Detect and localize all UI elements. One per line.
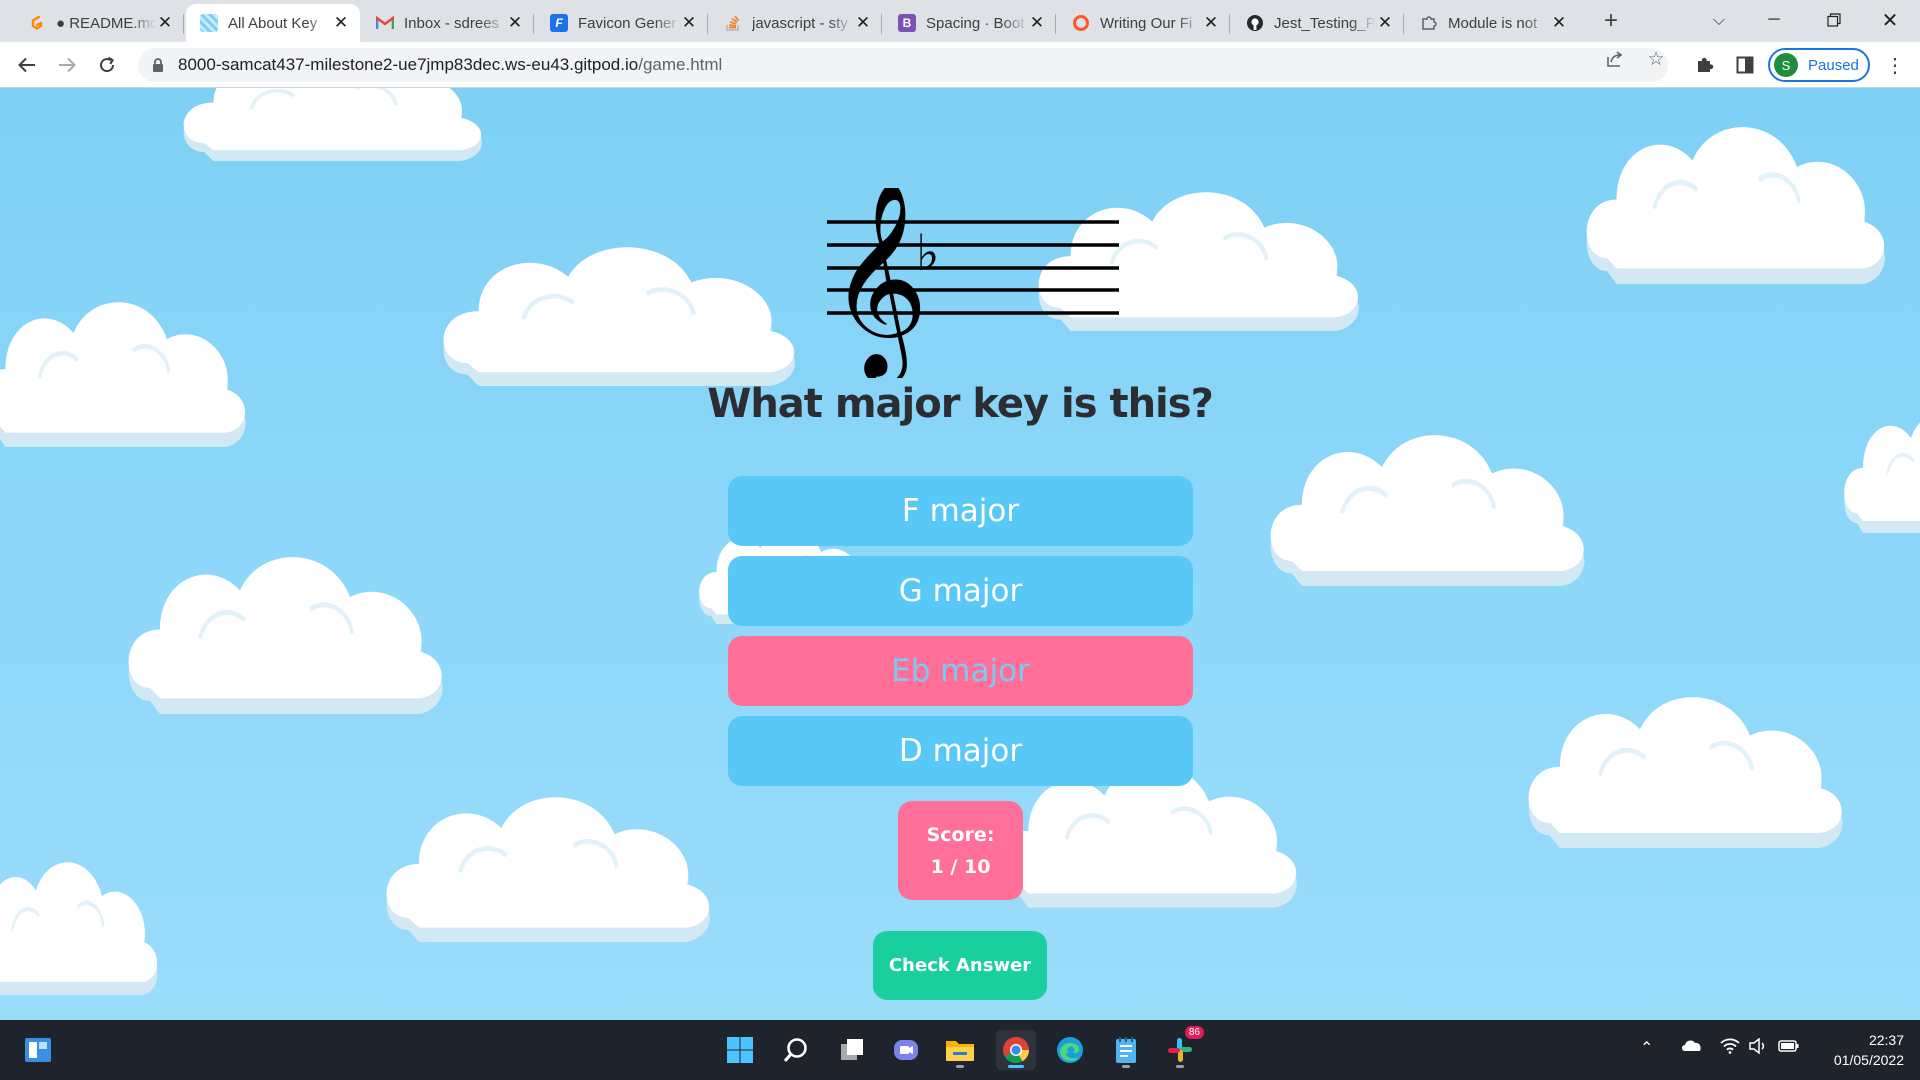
tab-title: Module is not (1448, 14, 1538, 32)
close-tab-icon[interactable]: ✕ (680, 13, 698, 32)
answer-button-d-major[interactable]: D major (728, 716, 1193, 786)
volume-icon[interactable] (1748, 1037, 1768, 1059)
close-tab-icon[interactable]: ✕ (1028, 13, 1046, 32)
windows-start-icon[interactable] (720, 1030, 760, 1070)
tab-title: javascript - sty (752, 14, 848, 32)
onedrive-cloud-icon[interactable] (1680, 1038, 1702, 1057)
score-label: Score: (926, 823, 995, 846)
battery-icon[interactable] (1778, 1038, 1800, 1059)
key-signature-staff: 𝄞 ♭ (827, 188, 1119, 378)
clouds-favicon-icon (200, 14, 218, 32)
menu-kebab-icon[interactable]: ⋮ (1882, 52, 1908, 78)
puzzle-icon (1420, 14, 1438, 32)
tab-readme[interactable]: ● README.md ✕ (14, 4, 184, 42)
tab-javascript-stackoverflow[interactable]: javascript - sty ✕ (710, 4, 882, 42)
tab-title: Writing Our Fi (1100, 14, 1193, 32)
minimize-button[interactable]: ─ (1746, 0, 1802, 40)
tab-inbox[interactable]: Inbox - sdrees ✕ (362, 4, 534, 42)
tab-title: Spacing · Boot (926, 14, 1025, 32)
close-tab-icon[interactable]: ✕ (1376, 13, 1394, 32)
tab-search-chevron-icon[interactable]: ⌵ (1706, 8, 1732, 34)
close-tab-icon[interactable]: ✕ (156, 13, 174, 32)
reload-button[interactable] (93, 51, 121, 79)
close-window-button[interactable]: ✕ (1862, 0, 1918, 40)
avatar: S (1774, 53, 1798, 77)
task-view-icon[interactable] (832, 1030, 872, 1070)
profile-status: Paused (1808, 56, 1859, 74)
ring-icon (1072, 14, 1090, 32)
tab-title: All About Key (228, 14, 318, 32)
tab-writing-our[interactable]: Writing Our Fi ✕ (1058, 4, 1230, 42)
address-bar[interactable]: 8000-samcat437-milestone2-ue7jmp83dec.ws… (138, 48, 1668, 82)
show-hidden-icons-chevron-icon[interactable]: ⌃ (1640, 1038, 1653, 1058)
tab-title: Jest_Testing_P (1274, 14, 1376, 32)
flat-sign-icon: ♭ (916, 224, 940, 282)
stackoverflow-icon (724, 14, 742, 32)
answer-button-f-major[interactable]: F major (728, 476, 1193, 546)
url-text: 8000-samcat437-milestone2-ue7jmp83dec.ws… (178, 55, 723, 74)
tab-favicon-generator[interactable]: F Favicon Gener ✕ (536, 4, 708, 42)
score-box: Score: 1 / 10 (898, 801, 1023, 900)
check-answer-button[interactable]: Check Answer (873, 931, 1047, 1000)
game-page: 𝄞 ♭ What major key is this? F major G ma… (0, 88, 1920, 1020)
github-icon (1246, 14, 1264, 32)
gitpod-icon (28, 14, 46, 32)
bootstrap-icon: B (898, 14, 916, 32)
back-button[interactable] (13, 51, 41, 79)
score-value: 1 / 10 (930, 855, 991, 878)
widgets-icon[interactable] (18, 1030, 58, 1070)
answer-button-g-major[interactable]: G major (728, 556, 1193, 626)
extensions-puzzle-icon[interactable] (1692, 52, 1718, 78)
restore-button[interactable] (1806, 0, 1862, 40)
profile-button[interactable]: S Paused (1768, 48, 1870, 82)
tab-jest-testing[interactable]: Jest_Testing_P ✕ (1232, 4, 1404, 42)
tab-all-about-key[interactable]: All About Key ✕ (186, 4, 360, 42)
file-explorer-icon[interactable] (940, 1030, 980, 1070)
side-panel-icon[interactable] (1732, 52, 1758, 78)
system-clock[interactable]: 22:37 01/05/2022 (1808, 1030, 1904, 1070)
clock-date: 01/05/2022 (1833, 1052, 1904, 1068)
forward-button[interactable] (53, 51, 81, 79)
tab-title: Inbox - sdrees (404, 14, 500, 32)
close-tab-icon[interactable]: ✕ (332, 13, 350, 32)
close-tab-icon[interactable]: ✕ (854, 13, 872, 32)
share-icon[interactable] (1605, 49, 1625, 69)
close-tab-icon[interactable]: ✕ (506, 13, 524, 32)
slack-badge: 86 (1184, 1026, 1204, 1039)
question-heading: What major key is this? (707, 381, 1214, 427)
treble-clef-icon: 𝄞 (828, 188, 928, 378)
teams-chat-icon[interactable] (886, 1030, 926, 1070)
tab-spacing-bootstrap[interactable]: B Spacing · Boot ✕ (884, 4, 1056, 42)
lock-icon (152, 58, 164, 72)
tab-module-is-not[interactable]: Module is not ✕ (1406, 4, 1578, 42)
notepad-icon[interactable] (1106, 1030, 1146, 1070)
edge-icon[interactable] (1050, 1030, 1090, 1070)
search-icon[interactable] (776, 1030, 816, 1070)
tab-strip: ● README.md ✕ All About Key ✕ Inbox - sd… (0, 0, 1920, 42)
gmail-icon (376, 14, 394, 32)
slack-icon[interactable]: 86 (1160, 1026, 1204, 1070)
windows-taskbar: 86 ⌃ 22:37 01/05/2022 (0, 1020, 1920, 1080)
wifi-icon[interactable] (1720, 1038, 1740, 1059)
tab-title: ● README.md (56, 14, 156, 32)
favicon-generator-icon: F (550, 14, 568, 32)
new-tab-button[interactable]: + (1598, 7, 1624, 34)
browser-toolbar: 8000-samcat437-milestone2-ue7jmp83dec.ws… (0, 42, 1920, 88)
answer-button-eb-major[interactable]: Eb major (728, 636, 1193, 706)
clock-time: 22:37 (1868, 1032, 1904, 1048)
close-tab-icon[interactable]: ✕ (1550, 13, 1568, 32)
tab-title: Favicon Gener (578, 14, 677, 32)
chrome-icon[interactable] (996, 1030, 1036, 1070)
close-tab-icon[interactable]: ✕ (1202, 13, 1220, 32)
bookmark-star-icon[interactable]: ☆ (1646, 49, 1666, 70)
